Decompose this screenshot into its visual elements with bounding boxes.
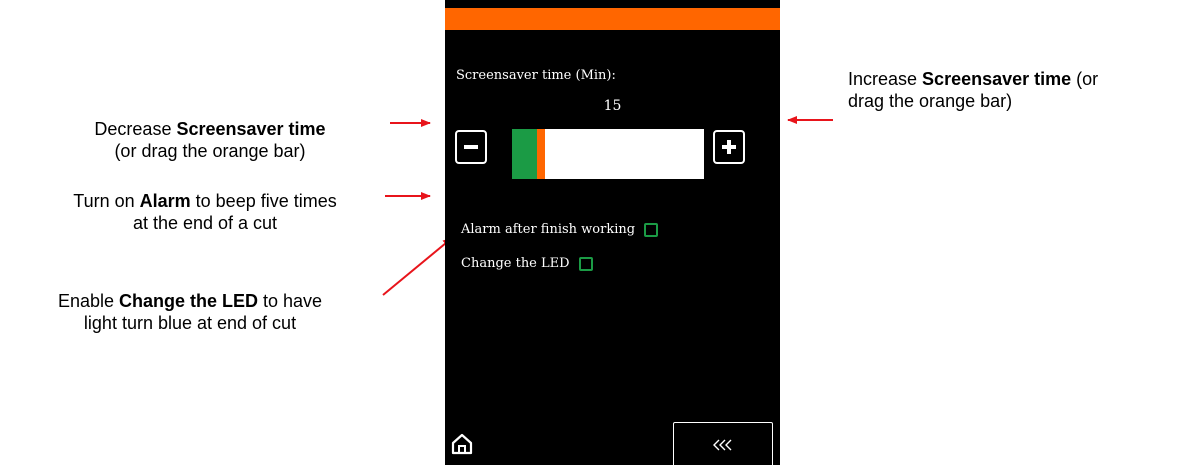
decrease-button[interactable] — [455, 130, 487, 164]
increase-button[interactable] — [713, 130, 745, 164]
alarm-label: Alarm after finish working — [461, 222, 636, 237]
header-bar — [445, 8, 780, 30]
alarm-checkbox[interactable] — [644, 222, 659, 237]
annotation-led: Enable Change the LED to have light turn… — [57, 291, 323, 333]
screensaver-time-label: Screensaver time (Min): — [456, 68, 616, 83]
slider-fill — [512, 129, 537, 179]
plus-icon — [722, 140, 736, 154]
arrow-led — [382, 237, 453, 296]
annotation-decrease: Decrease Screensaver time (or drag the o… — [94, 119, 326, 161]
annotation-alarm: Turn on Alarm to beep five times at the … — [73, 191, 337, 233]
back-button[interactable] — [673, 422, 773, 465]
option-change-led: Change the LED — [461, 256, 593, 271]
device-screen: Screensaver time (Min): 15 Alarm after f… — [445, 0, 780, 465]
home-button[interactable] — [451, 433, 473, 460]
slider-handle[interactable] — [537, 129, 545, 179]
change-led-label: Change the LED — [461, 256, 570, 271]
change-led-checkbox[interactable] — [578, 256, 593, 271]
annotation-increase: Increase Screensaver time (or drag the o… — [848, 69, 1099, 111]
home-icon — [451, 433, 473, 455]
option-alarm: Alarm after finish working — [461, 222, 659, 237]
screensaver-slider[interactable] — [512, 129, 704, 179]
minus-icon — [464, 145, 478, 149]
triple-chevron-left-icon — [713, 439, 732, 451]
screensaver-time-value: 15 — [603, 98, 622, 114]
